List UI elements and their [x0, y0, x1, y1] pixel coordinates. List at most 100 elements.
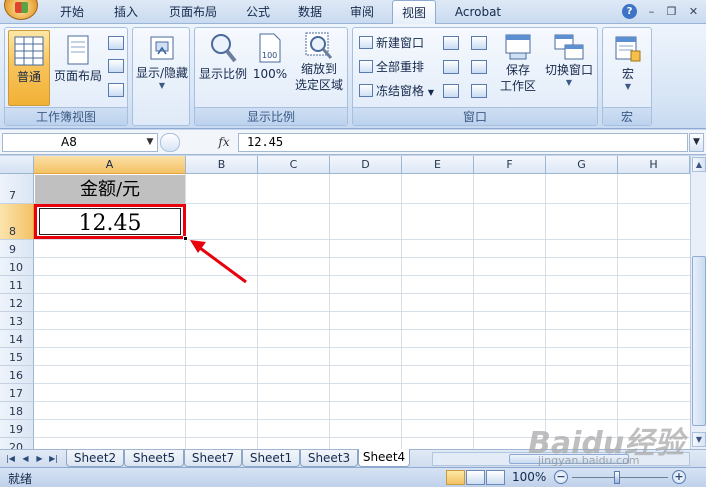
- page-break-preview-icon[interactable]: [108, 36, 124, 50]
- insert-function-icon[interactable]: fx: [214, 133, 234, 152]
- reset-window-position-icon[interactable]: [471, 84, 487, 98]
- zoom-100-button[interactable]: 100 100%: [251, 30, 289, 106]
- tab-insert[interactable]: 插入: [104, 0, 148, 24]
- vertical-scroll-thumb[interactable]: [692, 256, 706, 426]
- column-header-h[interactable]: H: [618, 156, 690, 174]
- office-button[interactable]: [4, 0, 38, 20]
- sheet-tab-sheet2[interactable]: Sheet2: [66, 450, 124, 467]
- row-header-13[interactable]: 13: [0, 312, 34, 330]
- sheet-tab-sheet3[interactable]: Sheet3: [300, 450, 358, 467]
- column-header-d[interactable]: D: [330, 156, 402, 174]
- column-header-b[interactable]: B: [186, 156, 258, 174]
- row-header-8[interactable]: 8: [0, 204, 34, 240]
- ribbon: 普通 页面布局 工作簿视图 显示/隐藏 ▼ 显示比例 100 100% 缩放到 …: [0, 24, 706, 129]
- sheet-tab-sheet5[interactable]: Sheet5: [124, 450, 184, 467]
- zoom-level[interactable]: 100%: [512, 470, 546, 484]
- custom-views-icon[interactable]: [108, 59, 124, 73]
- name-box-dropdown-icon[interactable]: ▼: [143, 133, 157, 152]
- new-window-button[interactable]: 新建窗口: [359, 34, 424, 52]
- freeze-panes-button[interactable]: 冻结窗格 ▼: [359, 82, 434, 100]
- scroll-up-icon[interactable]: ▲: [692, 157, 706, 172]
- column-header-g[interactable]: G: [546, 156, 618, 174]
- row-header-15[interactable]: 15: [0, 348, 34, 366]
- arrange-all-label: 全部重排: [376, 60, 425, 74]
- row-header-20[interactable]: 20: [0, 438, 34, 449]
- show-hide-dropdown-icon: ▼: [158, 81, 166, 90]
- first-sheet-icon[interactable]: |◀: [4, 452, 17, 465]
- zoom-in-icon[interactable]: +: [672, 470, 686, 484]
- zoom-button[interactable]: 显示比例: [196, 30, 250, 106]
- cell-a7[interactable]: 金额/元: [35, 175, 185, 204]
- row-header-19[interactable]: 19: [0, 420, 34, 438]
- column-header-c[interactable]: C: [258, 156, 330, 174]
- sheet-tab-sheet7[interactable]: Sheet7: [184, 450, 242, 467]
- zoom-to-selection-button[interactable]: 缩放到 选定区域: [291, 30, 347, 106]
- page-layout-view-button[interactable]: 页面布局: [51, 30, 105, 106]
- tab-acrobat[interactable]: Acrobat: [446, 0, 510, 24]
- new-window-label: 新建窗口: [376, 36, 425, 50]
- cell-a8-selected[interactable]: 12.45: [34, 204, 186, 239]
- tab-data[interactable]: 数据: [288, 0, 332, 24]
- gridline-horizontal: [34, 239, 690, 240]
- row-header-14[interactable]: 14: [0, 330, 34, 348]
- tab-formulas[interactable]: 公式: [236, 0, 280, 24]
- page-layout-status-icon[interactable]: [466, 470, 485, 485]
- help-icon[interactable]: ?: [622, 4, 637, 19]
- switch-windows-dropdown-icon: ▼: [565, 78, 573, 87]
- last-sheet-icon[interactable]: ▶|: [47, 452, 60, 465]
- sheet-tab-sheet4[interactable]: Sheet4: [358, 449, 410, 467]
- page-break-preview-status-icon[interactable]: [486, 470, 505, 485]
- name-box[interactable]: A8: [2, 133, 158, 152]
- column-header-f[interactable]: F: [474, 156, 546, 174]
- zoom-out-icon[interactable]: −: [554, 470, 568, 484]
- show-hide-button[interactable]: 显示/隐藏 ▼: [134, 30, 190, 106]
- next-sheet-icon[interactable]: ▶: [33, 452, 46, 465]
- split-icon[interactable]: [443, 36, 459, 50]
- zoom-slider-track[interactable]: [572, 477, 668, 478]
- zoom-slider-thumb[interactable]: [614, 471, 620, 484]
- row-header-16[interactable]: 16: [0, 366, 34, 384]
- minimize-icon[interactable]: –: [644, 4, 659, 19]
- row-header-17[interactable]: 17: [0, 384, 34, 402]
- tab-review[interactable]: 审阅: [340, 0, 384, 24]
- sheet-tab-sheet1[interactable]: Sheet1: [242, 450, 300, 467]
- fill-handle[interactable]: [183, 236, 188, 241]
- normal-view-button[interactable]: 普通: [8, 30, 50, 106]
- hide-window-icon[interactable]: [443, 60, 459, 74]
- row-header-10[interactable]: 10: [0, 258, 34, 276]
- previous-sheet-icon[interactable]: ◀: [19, 452, 32, 465]
- vertical-scrollbar[interactable]: ▲ ▼: [690, 156, 706, 449]
- synchronous-scrolling-icon[interactable]: [471, 60, 487, 74]
- worksheet-grid[interactable]: ABCDEFGH 7 8 9 10 11 12 13 14 15 16 17 18 19 20 金额/元 …: [0, 156, 690, 449]
- row-header-18[interactable]: 18: [0, 402, 34, 420]
- normal-view-status-icon[interactable]: [446, 470, 465, 485]
- unhide-window-icon[interactable]: [443, 84, 459, 98]
- formula-input[interactable]: 12.45: [238, 133, 688, 152]
- switch-windows-button[interactable]: 切换窗口 ▼: [541, 30, 597, 106]
- tab-page-layout[interactable]: 页面布局: [158, 0, 228, 24]
- row-header-11[interactable]: 11: [0, 276, 34, 294]
- horizontal-scroll-thumb[interactable]: [509, 454, 629, 464]
- macros-button[interactable]: 宏 ▼: [604, 30, 652, 106]
- tab-home[interactable]: 开始: [50, 0, 94, 24]
- save-workspace-button[interactable]: 保存 工作区: [495, 30, 541, 106]
- full-screen-icon[interactable]: [108, 83, 124, 97]
- svg-text:100: 100: [262, 51, 277, 60]
- restore-icon[interactable]: ❐: [664, 4, 679, 19]
- view-side-by-side-icon[interactable]: [471, 36, 487, 50]
- expand-formula-bar-icon[interactable]: ▼: [689, 133, 704, 152]
- arrange-all-button[interactable]: 全部重排: [359, 58, 424, 76]
- column-header-a[interactable]: A: [34, 156, 186, 174]
- formula-bar-resize-handle[interactable]: [160, 133, 180, 152]
- select-all-corner[interactable]: [0, 156, 34, 174]
- row-header-9[interactable]: 9: [0, 240, 34, 258]
- row-header-7[interactable]: 7: [0, 174, 34, 204]
- horizontal-scrollbar[interactable]: [432, 452, 690, 466]
- row-header-12[interactable]: 12: [0, 294, 34, 312]
- tab-view[interactable]: 视图: [392, 0, 436, 25]
- zoom-100-label: 100%: [252, 67, 288, 81]
- close-icon[interactable]: ✕: [686, 4, 701, 19]
- scroll-down-icon[interactable]: ▼: [692, 432, 706, 447]
- column-header-e[interactable]: E: [402, 156, 474, 174]
- gridline-horizontal: [34, 275, 690, 276]
